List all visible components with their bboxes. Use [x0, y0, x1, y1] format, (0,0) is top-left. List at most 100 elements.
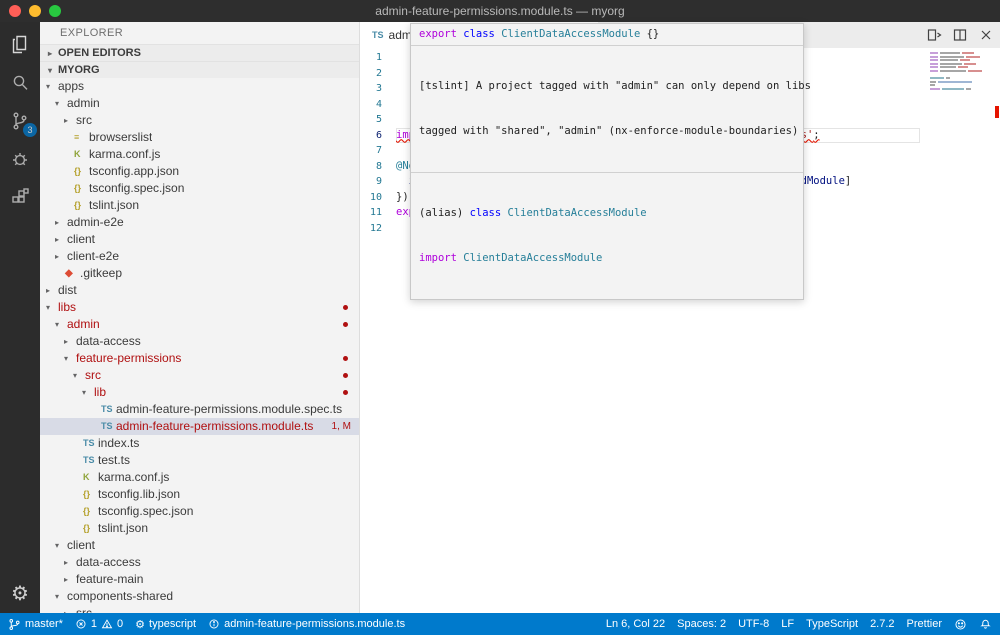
hover-import: import ClientDataAccessModule — [419, 251, 795, 266]
minimap-line — [930, 92, 988, 94]
chevron-right-icon: ▸ — [55, 214, 67, 231]
typescript-file-icon: TS — [372, 30, 384, 40]
debug-icon[interactable] — [0, 140, 40, 178]
tree-item-label: admin-feature-permissions.module.spec.ts — [116, 401, 342, 418]
tree-item-admin-feature-permissions.module.spec.ts[interactable]: TSadmin-feature-permissions.module.spec.… — [40, 401, 359, 418]
cursor-position[interactable]: Ln 6, Col 22 — [606, 618, 665, 630]
tree-item-label: tslint.json — [98, 520, 148, 537]
split-editor-icon[interactable] — [952, 27, 968, 43]
overview-ruler[interactable] — [992, 48, 1000, 613]
tree-item-components-shared[interactable]: ▾components-shared — [40, 588, 359, 605]
hover-tooltip: export class ClientDataAccessModule {} [… — [410, 23, 804, 300]
encoding-status[interactable]: UTF-8 — [738, 618, 769, 630]
eol-status[interactable]: LF — [781, 618, 794, 630]
feedback-smiley-icon[interactable] — [954, 618, 967, 631]
tree-item-admin[interactable]: ▾admin — [40, 95, 359, 112]
explorer-icon[interactable] — [0, 26, 40, 64]
code-token: ClientDataAccessModule — [463, 252, 602, 264]
code-token: class — [470, 207, 508, 219]
minimap[interactable] — [930, 52, 988, 95]
minimap-line — [930, 81, 988, 83]
minimap-line — [930, 56, 988, 58]
gear-icon: ⚙ — [135, 618, 145, 631]
code-token: class — [463, 28, 501, 40]
tree-item-dist[interactable]: ▸dist — [40, 282, 359, 299]
tree-item-.gitkeep[interactable]: ◆.gitkeep — [40, 265, 359, 282]
settings-gear-icon[interactable]: ⚙ — [11, 584, 29, 605]
tree-item-label: client — [67, 537, 95, 554]
tree-item-src[interactable]: ▾src — [40, 367, 359, 384]
tree-item-admin-e2e[interactable]: ▸admin-e2e — [40, 214, 359, 231]
extensions-icon[interactable] — [0, 178, 40, 216]
tslint-status[interactable]: ⚙ typescript — [135, 618, 196, 631]
chevron-right-icon: ▸ — [46, 282, 58, 299]
minimize-window-button[interactable] — [29, 5, 41, 17]
ts-version[interactable]: 2.7.2 — [870, 618, 894, 630]
tree-item-lib[interactable]: ▾lib — [40, 384, 359, 401]
tree-item-tsconfig.spec.json[interactable]: {}tsconfig.spec.json — [40, 180, 359, 197]
search-icon[interactable] — [0, 64, 40, 102]
notifications-bell-icon[interactable] — [979, 618, 992, 631]
tree-item-data-access[interactable]: ▸data-access — [40, 554, 359, 571]
activity-bar: 3 ⚙ — [0, 22, 40, 613]
tree-item-admin-feature-permissions.module.ts[interactable]: TSadmin-feature-permissions.module.ts1, … — [40, 418, 359, 435]
source-control-icon[interactable]: 3 — [0, 102, 40, 140]
branch-icon — [8, 618, 21, 631]
close-window-button[interactable] — [9, 5, 21, 17]
tree-item-tslint.json[interactable]: {}tslint.json — [40, 520, 359, 537]
tree-item-label: admin-e2e — [67, 214, 124, 231]
tree-item-index.ts[interactable]: TSindex.ts — [40, 435, 359, 452]
code-token — [396, 175, 409, 187]
formatter-status[interactable]: Prettier — [907, 618, 942, 630]
tree-item-label: test.ts — [98, 452, 130, 469]
minimap-line — [930, 77, 988, 79]
tree-item-label: tsconfig.app.json — [89, 163, 179, 180]
open-editors-header[interactable]: ▸ OPEN EDITORS — [40, 44, 359, 61]
tree-item-client-e2e[interactable]: ▸client-e2e — [40, 248, 359, 265]
chevron-down-icon: ▾ — [82, 384, 94, 401]
tree-item-tsconfig.lib.json[interactable]: {}tsconfig.lib.json — [40, 486, 359, 503]
ts-file-icon: TS — [83, 435, 98, 452]
tree-item-tsconfig.app.json[interactable]: {}tsconfig.app.json — [40, 163, 359, 180]
minimap-line — [930, 88, 988, 90]
line-number: 4 — [360, 97, 396, 113]
tree-item-karma.conf.js[interactable]: Kkarma.conf.js — [40, 146, 359, 163]
tree-item-label: .gitkeep — [80, 265, 122, 282]
close-icon[interactable] — [978, 27, 994, 43]
line-number: 11 — [360, 205, 396, 221]
problems-status[interactable]: 1 0 — [75, 618, 123, 630]
error-marker — [995, 106, 999, 118]
language-mode[interactable]: TypeScript — [806, 618, 858, 630]
line-number: 1 — [360, 50, 396, 66]
tree-item-data-access[interactable]: ▸data-access — [40, 333, 359, 350]
tree-item-browserslist[interactable]: ≡browserslist — [40, 129, 359, 146]
git-branch-status[interactable]: master* — [8, 618, 63, 631]
tree-item-client[interactable]: ▸client — [40, 231, 359, 248]
tree-item-karma.conf.js[interactable]: Kkarma.conf.js — [40, 469, 359, 486]
tree-item-feature-permissions[interactable]: ▾feature-permissions — [40, 350, 359, 367]
chevron-right-icon: ▸ — [55, 231, 67, 248]
workspace-root-header[interactable]: ▾ MYORG — [40, 61, 359, 78]
tree-item-client[interactable]: ▾client — [40, 537, 359, 554]
file-info-status[interactable]: admin-feature-permissions.module.ts — [208, 618, 405, 630]
open-changes-icon[interactable] — [926, 27, 942, 43]
minimap-line — [930, 84, 988, 86]
tree-item-tslint.json[interactable]: {}tslint.json — [40, 197, 359, 214]
code-token: {} — [640, 28, 659, 40]
line-number: 12 — [360, 221, 396, 237]
tree-item-admin[interactable]: ▾admin — [40, 316, 359, 333]
tree-item-feature-main[interactable]: ▸feature-main — [40, 571, 359, 588]
zoom-window-button[interactable] — [49, 5, 61, 17]
tree-item-src[interactable]: ▸src — [40, 112, 359, 129]
tree-item-tsconfig.spec.json[interactable]: {}tsconfig.spec.json — [40, 503, 359, 520]
chevron-right-icon: ▸ — [64, 112, 76, 129]
ts-file-icon: TS — [101, 418, 116, 435]
tree-item-libs[interactable]: ▾libs — [40, 299, 359, 316]
ts-file-icon: TS — [101, 401, 116, 418]
tree-item-label: tsconfig.lib.json — [98, 486, 180, 503]
tree-item-apps[interactable]: ▾apps — [40, 78, 359, 95]
tree-item-test.ts[interactable]: TStest.ts — [40, 452, 359, 469]
tree-item-src[interactable]: ▸src — [40, 605, 359, 613]
indentation-status[interactable]: Spaces: 2 — [677, 618, 726, 630]
json-file-icon: {} — [83, 503, 98, 520]
